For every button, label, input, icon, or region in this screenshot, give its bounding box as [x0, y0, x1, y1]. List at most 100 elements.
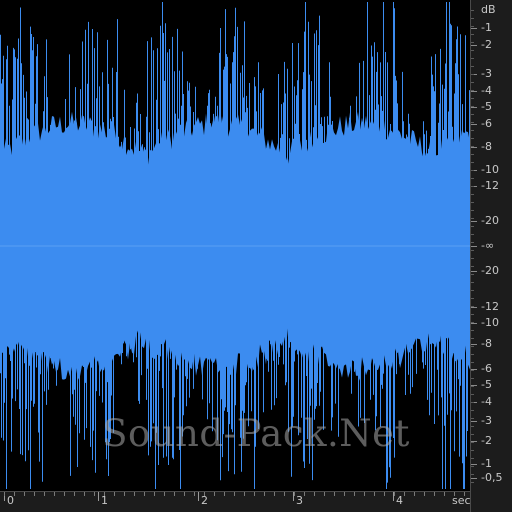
db-minor-tick [471, 178, 474, 179]
db-tick [471, 221, 477, 222]
time-minor-tick [174, 492, 175, 496]
time-minor-tick [404, 492, 405, 496]
time-minor-tick [444, 492, 445, 496]
db-minor-tick [471, 362, 474, 363]
waveform-display[interactable] [0, 0, 470, 491]
db-tick-label: -3 [481, 67, 492, 80]
time-tick [198, 492, 199, 501]
db-tick-label: -5 [481, 100, 492, 113]
db-tick-label: -20 [481, 264, 499, 277]
db-minor-tick [471, 274, 474, 275]
time-minor-tick [314, 492, 315, 496]
time-minor-tick [144, 492, 145, 496]
db-tick-label: -10 [481, 316, 499, 329]
db-minor-tick [471, 202, 474, 203]
db-minor-tick [471, 402, 474, 403]
db-minor-tick [471, 410, 474, 411]
db-minor-tick [471, 42, 474, 43]
db-minor-tick [471, 250, 474, 251]
time-minor-tick [44, 492, 45, 496]
db-minor-tick [471, 18, 474, 19]
db-minor-tick [471, 234, 474, 235]
db-minor-tick [471, 330, 474, 331]
db-tick [471, 107, 477, 108]
time-minor-tick [24, 492, 25, 496]
db-tick [471, 323, 477, 324]
time-minor-tick [214, 492, 215, 496]
time-minor-tick [434, 492, 435, 496]
db-minor-tick [471, 50, 474, 51]
db-tick-label: -5 [481, 378, 492, 391]
db-tick [471, 464, 477, 465]
db-tick-label: -8 [481, 140, 492, 153]
db-tick [471, 91, 477, 92]
time-minor-tick [74, 492, 75, 496]
db-minor-tick [471, 434, 474, 435]
time-minor-tick [304, 492, 305, 496]
time-minor-tick [54, 492, 55, 496]
time-minor-tick [204, 492, 205, 496]
time-tick-label: 0 [7, 494, 14, 507]
time-minor-tick [344, 492, 345, 496]
time-minor-tick [104, 492, 105, 496]
db-minor-tick [471, 114, 474, 115]
time-unit-label: sec [452, 494, 471, 507]
time-minor-tick [94, 492, 95, 496]
db-minor-tick [471, 154, 474, 155]
db-minor-tick [471, 458, 474, 459]
db-tick-label: -1 [481, 21, 492, 34]
time-minor-tick [124, 492, 125, 496]
db-tick [471, 307, 477, 308]
db-minor-tick [471, 34, 474, 35]
time-minor-tick [374, 492, 375, 496]
db-tick-label: -2 [481, 434, 492, 447]
db-tick [471, 344, 477, 345]
db-minor-tick [471, 378, 474, 379]
time-minor-tick [464, 492, 465, 496]
time-minor-tick [244, 492, 245, 496]
db-minor-tick [471, 386, 474, 387]
time-minor-tick [354, 492, 355, 496]
waveform-graph[interactable] [0, 0, 470, 491]
db-minor-tick [471, 98, 474, 99]
time-minor-tick [114, 492, 115, 496]
waveform-view[interactable]: dB -1 -2 -3 -4 -5 -6 -8 -10 -12 -20 -∞ -20 -12 -10 -8-… [0, 0, 512, 512]
db-minor-tick [471, 10, 474, 11]
db-tick [471, 124, 477, 125]
time-minor-tick [194, 492, 195, 496]
db-tick-label: -6 [481, 117, 492, 130]
db-minor-tick [471, 90, 474, 91]
time-minor-tick [324, 492, 325, 496]
db-tick [471, 45, 477, 46]
time-minor-tick [264, 492, 265, 496]
db-minor-tick [471, 138, 474, 139]
time-minor-tick [284, 492, 285, 496]
db-minor-tick [471, 242, 474, 243]
time-minor-tick [364, 492, 365, 496]
db-tick-label: -6 [481, 362, 492, 375]
db-tick [471, 246, 477, 247]
time-minor-tick [154, 492, 155, 496]
db-tick-label: -2 [481, 38, 492, 51]
db-minor-tick [471, 106, 474, 107]
db-minor-tick [471, 314, 474, 315]
db-minor-tick [471, 186, 474, 187]
db-ruler: dB -1 -2 -3 -4 -5 -6 -8 -10 -12 -20 -∞ -20 -12 -10 -8 -… [470, 0, 512, 512]
time-tick-label: 1 [101, 494, 108, 507]
db-tick-label: -1 [481, 457, 492, 470]
time-minor-tick [164, 492, 165, 496]
db-minor-tick [471, 466, 474, 467]
time-minor-tick [454, 492, 455, 496]
db-tick [471, 478, 477, 479]
db-minor-tick [471, 66, 474, 67]
time-minor-tick [4, 492, 5, 496]
time-minor-tick [34, 492, 35, 496]
time-minor-tick [254, 492, 255, 496]
db-minor-tick [471, 418, 474, 419]
db-tick [471, 421, 477, 422]
db-minor-tick [471, 82, 474, 83]
db-tick-label: -∞ [481, 239, 495, 252]
db-minor-tick [471, 394, 474, 395]
db-minor-tick [471, 130, 474, 131]
time-tick-label: 4 [396, 494, 403, 507]
